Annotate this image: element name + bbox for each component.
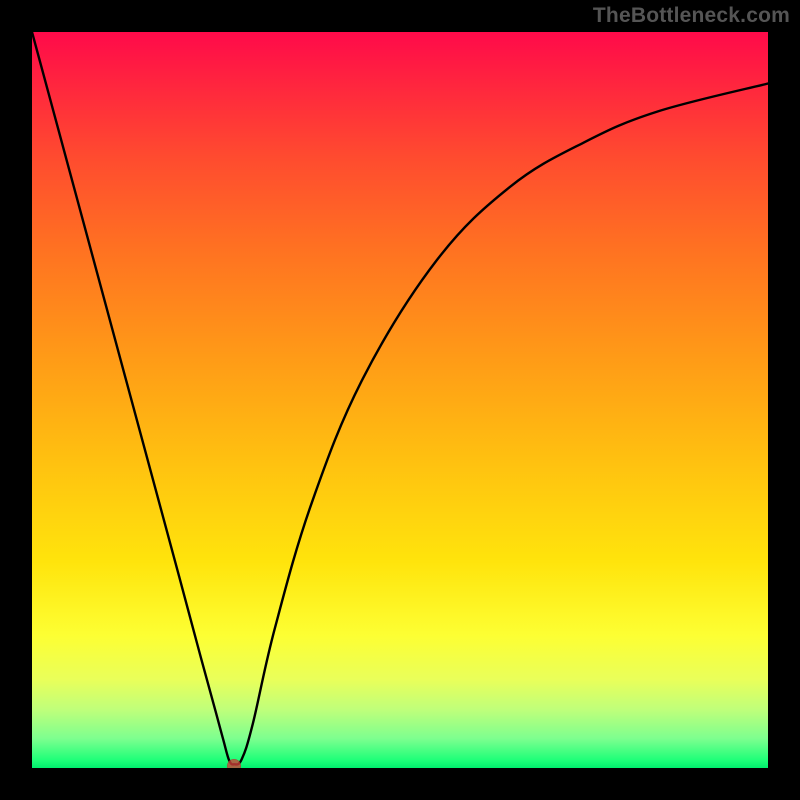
bottleneck-curve (32, 32, 768, 764)
watermark-text: TheBottleneck.com (593, 4, 790, 28)
plot-area (32, 32, 768, 768)
optimal-point-marker (227, 759, 241, 768)
chart-frame: TheBottleneck.com (0, 0, 800, 800)
curve-layer (32, 32, 768, 768)
